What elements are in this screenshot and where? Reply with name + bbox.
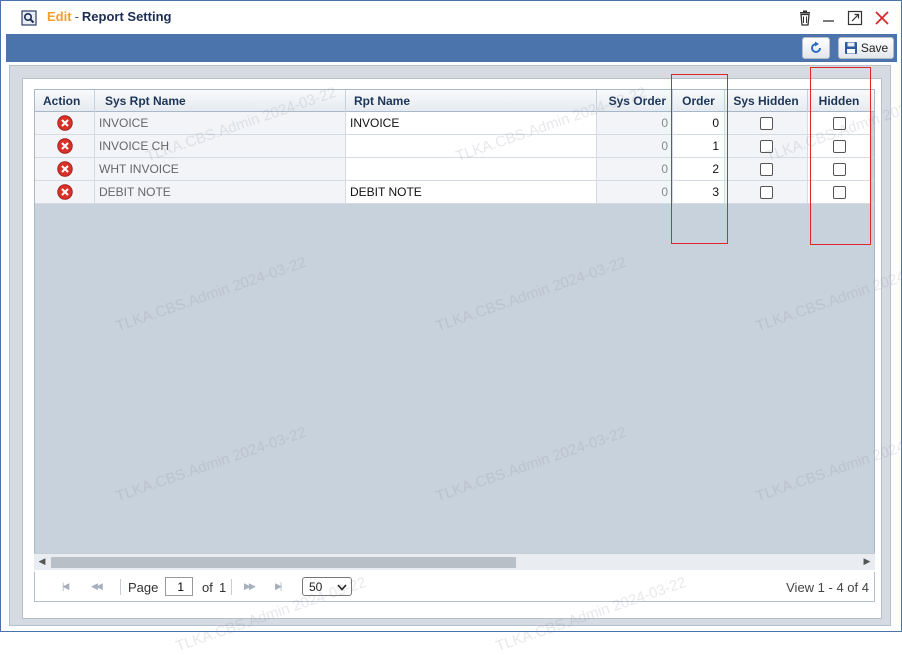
report-setting-window: Edit - Report Setting Save Action Sys Rp… <box>0 0 902 655</box>
prev-page-icon[interactable]: ◀◀ <box>91 581 103 592</box>
maximize-icon[interactable] <box>847 10 863 26</box>
hidden-checkbox[interactable] <box>833 140 846 153</box>
hidden-cell <box>808 112 871 134</box>
page-number-input[interactable] <box>165 577 193 596</box>
scroll-thumb[interactable] <box>51 557 516 568</box>
rpt-name-input[interactable]: INVOICE <box>346 112 597 134</box>
magnifier-doc-icon <box>21 10 37 26</box>
sys-order-cell: 0 <box>597 158 673 180</box>
hidden-checkbox[interactable] <box>833 186 846 199</box>
page-size-select[interactable]: 50 <box>302 577 352 596</box>
title-name: Report Setting <box>81 9 172 24</box>
col-hidden[interactable]: Hidden <box>808 90 871 112</box>
first-page-icon[interactable]: |◀ <box>62 581 69 592</box>
col-sys-hidden[interactable]: Sys Hidden <box>725 90 808 112</box>
minimize-icon[interactable] <box>821 10 837 26</box>
sys-rpt-name-cell: INVOICE CH <box>95 135 346 157</box>
pager: |◀ ◀◀ Page of 1 ▶▶ ▶| 50 View 1 - 4 of 4 <box>34 572 875 602</box>
scroll-right-icon[interactable]: ▶ <box>861 556 873 567</box>
col-order[interactable]: Order <box>673 90 725 112</box>
total-pages: 1 <box>219 580 227 595</box>
sys-hidden-cell <box>725 112 808 134</box>
sys-hidden-checkbox[interactable] <box>760 186 773 199</box>
of-label: of <box>202 580 213 595</box>
rpt-name-input[interactable] <box>346 158 597 180</box>
table-row: DEBIT NOTE DEBIT NOTE 0 3 <box>35 181 874 204</box>
save-button[interactable]: Save <box>838 37 894 59</box>
sys-rpt-name-cell: INVOICE <box>95 112 346 134</box>
sys-rpt-name-cell: DEBIT NOTE <box>95 181 346 203</box>
title-mode: Edit <box>47 9 72 24</box>
close-icon[interactable] <box>874 10 890 26</box>
table-row: INVOICE INVOICE 0 0 <box>35 112 874 135</box>
sys-hidden-checkbox[interactable] <box>760 163 773 176</box>
col-sys-rpt-name[interactable]: Sys Rpt Name <box>95 90 346 112</box>
hidden-cell <box>808 158 871 180</box>
page-label: Page <box>128 580 159 595</box>
horizontal-scrollbar[interactable]: ◀ ▶ <box>34 553 875 570</box>
next-page-icon[interactable]: ▶▶ <box>244 581 256 592</box>
action-cell <box>35 181 95 203</box>
title-bar: Edit - Report Setting <box>1 1 901 34</box>
last-page-icon[interactable]: ▶| <box>275 581 282 592</box>
grid-header: Action Sys Rpt Name Rpt Name Sys Order O… <box>35 90 874 112</box>
floppy-icon <box>844 42 857 54</box>
trash-icon[interactable] <box>797 10 813 26</box>
col-rpt-name[interactable]: Rpt Name <box>346 90 597 112</box>
sys-order-cell: 0 <box>597 181 673 203</box>
sys-hidden-cell <box>725 135 808 157</box>
delete-circle-icon[interactable] <box>57 161 73 177</box>
sys-hidden-cell <box>725 158 808 180</box>
refresh-icon <box>811 41 821 53</box>
hidden-cell <box>808 181 871 203</box>
window-title: Edit - Report Setting <box>47 9 171 24</box>
rpt-name-input[interactable] <box>346 135 597 157</box>
scroll-left-icon[interactable]: ◀ <box>36 556 48 567</box>
report-grid: Action Sys Rpt Name Rpt Name Sys Order O… <box>34 89 875 570</box>
sys-rpt-name-cell: WHT INVOICE <box>95 158 346 180</box>
toolbar-band <box>6 34 897 62</box>
page-size-value: 50 <box>309 579 323 594</box>
action-cell <box>35 112 95 134</box>
hidden-checkbox[interactable] <box>833 117 846 130</box>
hidden-cell <box>808 135 871 157</box>
col-sys-order[interactable]: Sys Order <box>597 90 673 112</box>
sys-order-cell: 0 <box>597 135 673 157</box>
col-action[interactable]: Action <box>35 90 95 112</box>
pager-divider <box>120 579 121 595</box>
action-cell <box>35 158 95 180</box>
pager-divider <box>231 579 232 595</box>
delete-circle-icon[interactable] <box>57 184 73 200</box>
order-input[interactable]: 1 <box>673 135 725 157</box>
rpt-name-input[interactable]: DEBIT NOTE <box>346 181 597 203</box>
action-cell <box>35 135 95 157</box>
delete-circle-icon[interactable] <box>57 115 73 131</box>
title-separator: - <box>74 9 79 24</box>
sys-hidden-checkbox[interactable] <box>760 140 773 153</box>
order-input[interactable]: 3 <box>673 181 725 203</box>
chevron-down-icon <box>337 584 347 591</box>
order-input[interactable]: 0 <box>673 112 725 134</box>
sys-order-cell: 0 <box>597 112 673 134</box>
table-row: INVOICE CH 0 1 <box>35 135 874 158</box>
delete-circle-icon[interactable] <box>57 138 73 154</box>
save-label: Save <box>860 41 889 55</box>
sys-hidden-cell <box>725 181 808 203</box>
hidden-checkbox[interactable] <box>833 163 846 176</box>
view-records-text: View 1 - 4 of 4 <box>786 580 869 595</box>
table-row: WHT INVOICE 0 2 <box>35 158 874 181</box>
refresh-button[interactable] <box>802 37 830 59</box>
sys-hidden-checkbox[interactable] <box>760 117 773 130</box>
order-input[interactable]: 2 <box>673 158 725 180</box>
